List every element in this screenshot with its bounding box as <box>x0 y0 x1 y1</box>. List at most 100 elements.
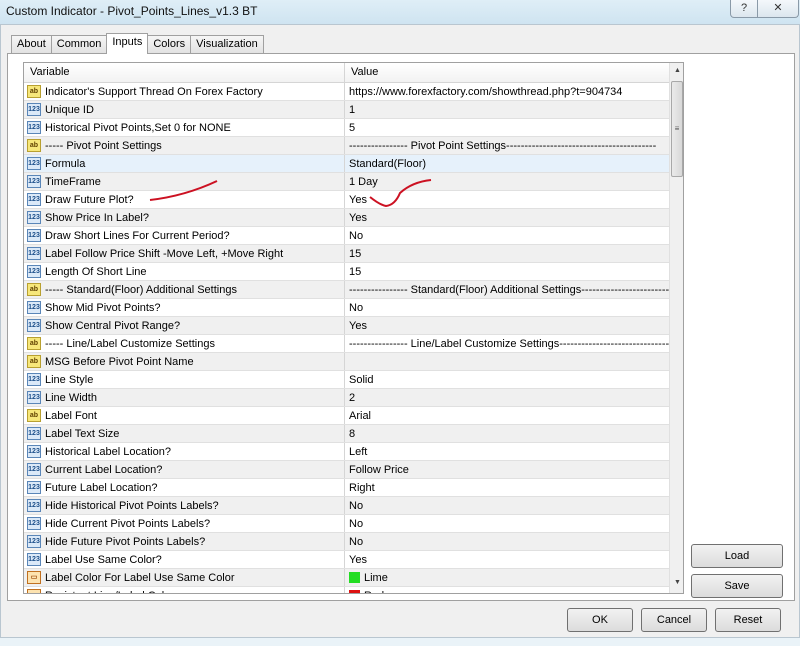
value-cell[interactable]: 2 <box>345 389 669 406</box>
variable-cell[interactable]: ab ----- Line/Label Customize Settings <box>24 335 345 352</box>
variable-cell[interactable]: 123 Label Use Same Color? <box>24 551 345 568</box>
table-row[interactable]: 123 Current Label Location? Follow Price <box>24 461 683 479</box>
scroll-up-icon[interactable]: ▲ <box>670 63 683 78</box>
help-button[interactable]: ? <box>730 0 758 18</box>
table-row[interactable]: ab MSG Before Pivot Point Name <box>24 353 683 371</box>
table-row[interactable]: 123 Line Width 2 <box>24 389 683 407</box>
table-row[interactable]: 123 Show Mid Pivot Points? No <box>24 299 683 317</box>
variable-cell[interactable]: 123 Show Price In Label? <box>24 209 345 226</box>
variable-cell[interactable]: 123 Draw Short Lines For Current Period? <box>24 227 345 244</box>
table-row[interactable]: ▭ Label Color For Label Use Same Color Lim… <box>24 569 683 587</box>
table-row[interactable]: ab ----- Line/Label Customize Settings ---… <box>24 335 683 353</box>
variable-cell[interactable]: ab Indicator's Support Thread On Forex Fa… <box>24 83 345 100</box>
vertical-scrollbar[interactable]: ▲ ≡ ▼ <box>669 63 683 593</box>
variable-cell[interactable]: 123 Current Label Location? <box>24 461 345 478</box>
value-cell[interactable]: Solid <box>345 371 669 388</box>
table-row[interactable]: 123 Hide Historical Pivot Points Labels? N… <box>24 497 683 515</box>
tab-colors[interactable]: Colors <box>147 35 192 53</box>
value-cell[interactable]: Yes <box>345 209 669 226</box>
reset-button[interactable]: Reset <box>715 608 781 632</box>
variable-cell[interactable]: 123 Show Mid Pivot Points? <box>24 299 345 316</box>
table-row[interactable]: 123 Hide Current Pivot Points Labels? No <box>24 515 683 533</box>
variable-cell[interactable]: ab MSG Before Pivot Point Name <box>24 353 345 370</box>
variable-cell[interactable]: 123 Length Of Short Line <box>24 263 345 280</box>
table-row[interactable]: 123 Length Of Short Line 15 <box>24 263 683 281</box>
value-cell[interactable]: No <box>345 227 669 244</box>
value-cell[interactable]: Red <box>345 587 669 593</box>
variable-cell[interactable]: 123 Line Style <box>24 371 345 388</box>
table-row[interactable]: ab ----- Standard(Floor) Additional Setti… <box>24 281 683 299</box>
value-cell[interactable]: Arial <box>345 407 669 424</box>
value-cell[interactable]: 15 <box>345 245 669 262</box>
table-row[interactable]: 123 Historical Pivot Points,Set 0 for NON… <box>24 119 683 137</box>
ok-button[interactable]: OK <box>567 608 633 632</box>
value-cell[interactable]: Follow Price <box>345 461 669 478</box>
cancel-button[interactable]: Cancel <box>641 608 707 632</box>
tab-common[interactable]: Common <box>50 35 108 53</box>
save-button[interactable]: Save <box>691 574 783 598</box>
variable-cell[interactable]: ab ----- Pivot Point Settings <box>24 137 345 154</box>
table-row[interactable]: 123 Label Use Same Color? Yes <box>24 551 683 569</box>
table-row[interactable]: 123 Formula Standard(Floor) <box>24 155 683 173</box>
value-cell[interactable]: Left <box>345 443 669 460</box>
table-row[interactable]: 123 TimeFrame 1 Day <box>24 173 683 191</box>
variable-cell[interactable]: 123 Hide Historical Pivot Points Labels? <box>24 497 345 514</box>
variable-cell[interactable]: 123 Hide Future Pivot Points Labels? <box>24 533 345 550</box>
table-row[interactable]: ab Indicator's Support Thread On Forex Fa… <box>24 83 683 101</box>
scroll-thumb[interactable]: ≡ <box>671 81 683 177</box>
table-row[interactable]: ab Label Font Arial <box>24 407 683 425</box>
variable-cell[interactable]: ▭ Resistant Line/Label Color <box>24 587 345 593</box>
table-row[interactable]: 123 Show Central Pivot Range? Yes <box>24 317 683 335</box>
variable-cell[interactable]: 123 TimeFrame <box>24 173 345 190</box>
variable-cell[interactable]: 123 Line Width <box>24 389 345 406</box>
value-cell[interactable]: 8 <box>345 425 669 442</box>
table-row[interactable]: 123 Historical Label Location? Left <box>24 443 683 461</box>
value-cell[interactable] <box>345 353 669 370</box>
value-cell[interactable]: ---------------- Pivot Point Settings---… <box>345 137 669 154</box>
variable-cell[interactable]: ▭ Label Color For Label Use Same Color <box>24 569 345 586</box>
load-button[interactable]: Load <box>691 544 783 568</box>
value-cell[interactable]: No <box>345 515 669 532</box>
variable-cell[interactable]: 123 Hide Current Pivot Points Labels? <box>24 515 345 532</box>
value-cell[interactable]: 1 <box>345 101 669 118</box>
value-cell[interactable]: Lime <box>345 569 669 586</box>
scroll-down-icon[interactable]: ▼ <box>670 575 683 590</box>
table-row[interactable]: 123 Future Label Location? Right <box>24 479 683 497</box>
variable-cell[interactable]: ab Label Font <box>24 407 345 424</box>
value-cell[interactable]: 15 <box>345 263 669 280</box>
header-variable[interactable]: Variable <box>24 63 345 82</box>
value-cell[interactable]: No <box>345 533 669 550</box>
value-cell[interactable]: Yes <box>345 191 669 208</box>
close-button[interactable]: ✕ <box>757 0 799 18</box>
value-cell[interactable]: Yes <box>345 551 669 568</box>
variable-cell[interactable]: 123 Formula <box>24 155 345 172</box>
variable-cell[interactable]: 123 Historical Pivot Points,Set 0 for NON… <box>24 119 345 136</box>
tab-visualization[interactable]: Visualization <box>190 35 264 53</box>
table-row[interactable]: 123 Draw Short Lines For Current Period? N… <box>24 227 683 245</box>
variable-cell[interactable]: 123 Unique ID <box>24 101 345 118</box>
table-row[interactable]: 123 Label Follow Price Shift -Move Left, … <box>24 245 683 263</box>
value-cell[interactable]: No <box>345 497 669 514</box>
table-row[interactable]: 123 Draw Future Plot? Yes <box>24 191 683 209</box>
value-cell[interactable]: Standard(Floor) <box>345 155 669 172</box>
variable-cell[interactable]: 123 Future Label Location? <box>24 479 345 496</box>
variable-cell[interactable]: ab ----- Standard(Floor) Additional Setti… <box>24 281 345 298</box>
value-cell[interactable]: ---------------- Line/Label Customize Se… <box>345 335 669 352</box>
value-cell[interactable]: No <box>345 299 669 316</box>
header-value[interactable]: Value <box>345 63 669 82</box>
table-row[interactable]: 123 Hide Future Pivot Points Labels? No <box>24 533 683 551</box>
value-cell[interactable]: https://www.forexfactory.com/showthread.… <box>345 83 669 100</box>
value-cell[interactable]: 5 <box>345 119 669 136</box>
tab-about[interactable]: About <box>11 35 52 53</box>
variable-cell[interactable]: 123 Label Follow Price Shift -Move Left, … <box>24 245 345 262</box>
tab-inputs[interactable]: Inputs <box>106 33 149 54</box>
value-cell[interactable]: ---------------- Standard(Floor) Additio… <box>345 281 669 298</box>
variable-cell[interactable]: 123 Draw Future Plot? <box>24 191 345 208</box>
value-cell[interactable]: 1 Day <box>345 173 669 190</box>
variable-cell[interactable]: 123 Historical Label Location? <box>24 443 345 460</box>
table-row[interactable]: ab ----- Pivot Point Settings ------------… <box>24 137 683 155</box>
table-row[interactable]: 123 Unique ID 1 <box>24 101 683 119</box>
table-row[interactable]: ▭ Resistant Line/Label Color Red <box>24 587 683 593</box>
table-row[interactable]: 123 Line Style Solid <box>24 371 683 389</box>
variable-cell[interactable]: 123 Show Central Pivot Range? <box>24 317 345 334</box>
